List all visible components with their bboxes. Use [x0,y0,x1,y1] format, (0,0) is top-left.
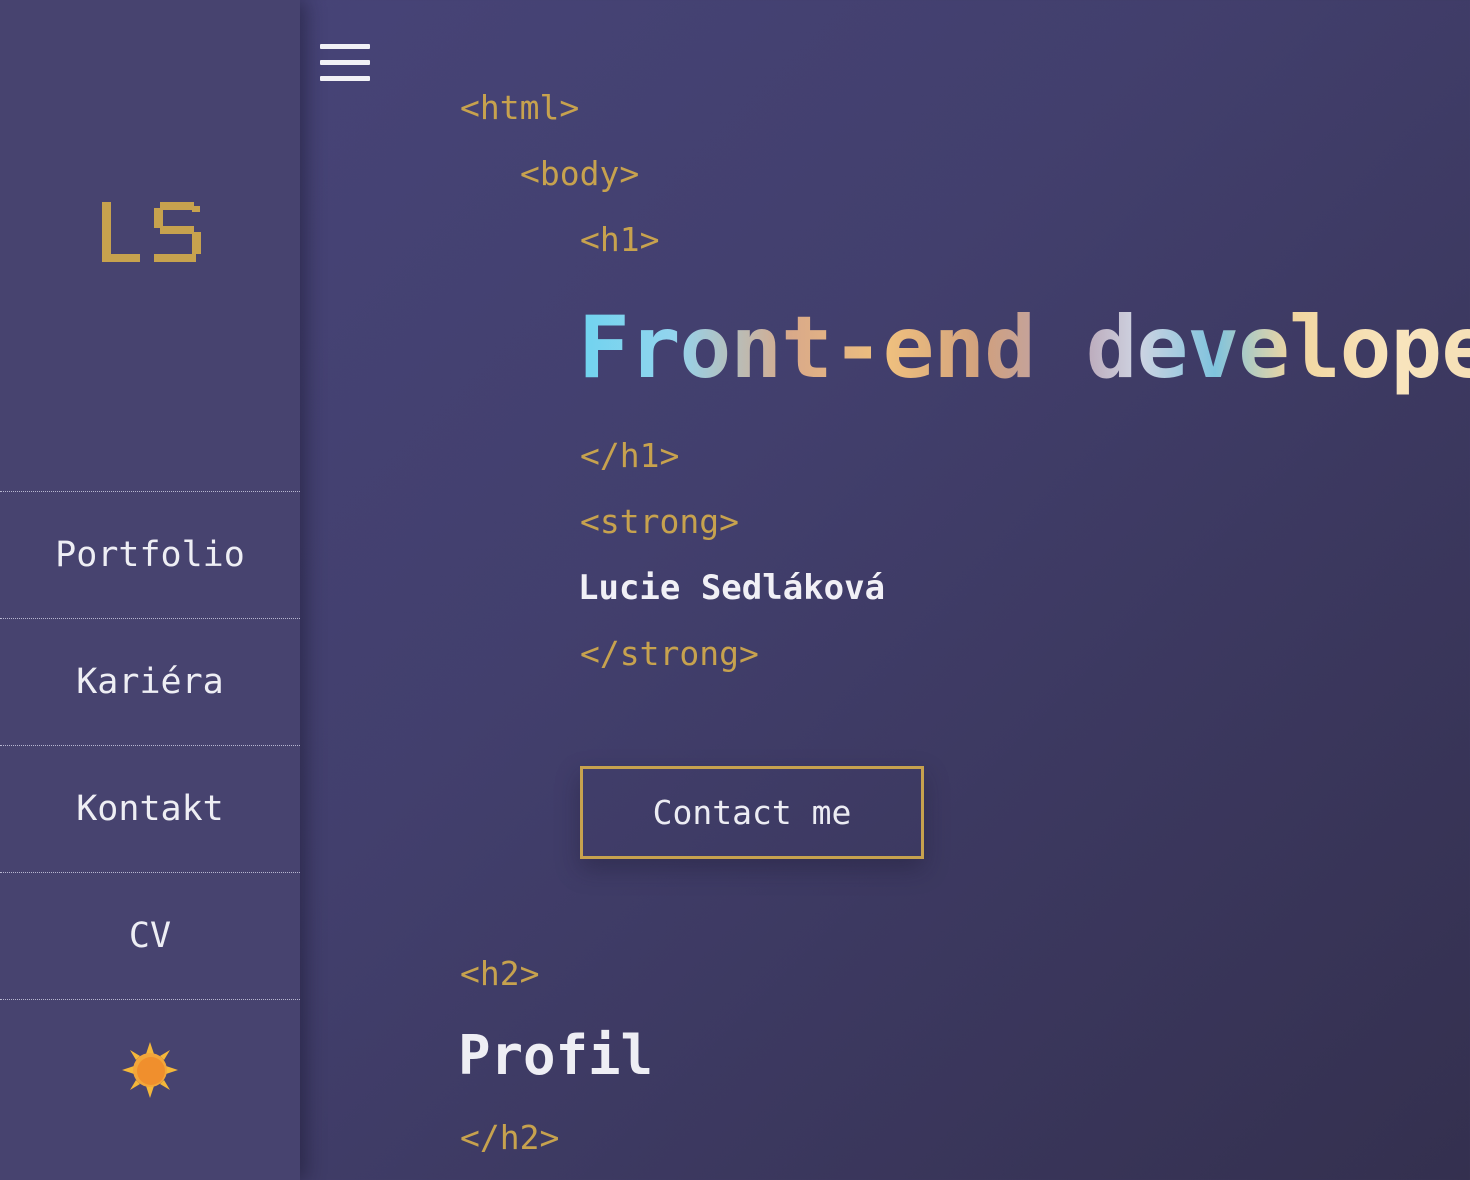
nav-item-portfolio[interactable]: Portfolio [0,492,300,619]
hamburger-line [320,76,370,81]
h2-close-tag: </h2> [460,1118,560,1157]
logo-mark [102,202,201,262]
body-open-tag: <body> [520,154,640,193]
main-nav: Portfolio Kariéra Kontakt CV [0,491,300,1000]
contact-me-button[interactable]: Contact me [580,766,924,859]
theme-toggle-button[interactable] [120,1040,180,1100]
nav-item-cv[interactable]: CV [0,873,300,1000]
strong-close-tag: </strong> [580,634,759,673]
section-title-profil: Profil [458,1024,654,1087]
sidebar: Portfolio Kariéra Kontakt CV [0,0,300,1180]
h1-open-tag: <h1> [580,220,660,259]
nav-item-kontakt[interactable]: Kontakt [0,746,300,873]
hero-title: Front-end developer [578,298,1470,398]
hamburger-line [320,60,370,65]
author-name: Lucie Sedláková [578,568,886,608]
hamburger-menu-icon[interactable] [320,44,370,82]
logo[interactable] [0,198,300,266]
sun-icon [122,1042,178,1098]
strong-open-tag: <strong> [580,502,739,541]
html-open-tag: <html> [460,88,580,127]
hamburger-line [320,44,370,49]
h1-close-tag: </h1> [580,436,680,475]
h2-open-tag: <h2> [460,954,540,993]
nav-item-kariera[interactable]: Kariéra [0,619,300,746]
